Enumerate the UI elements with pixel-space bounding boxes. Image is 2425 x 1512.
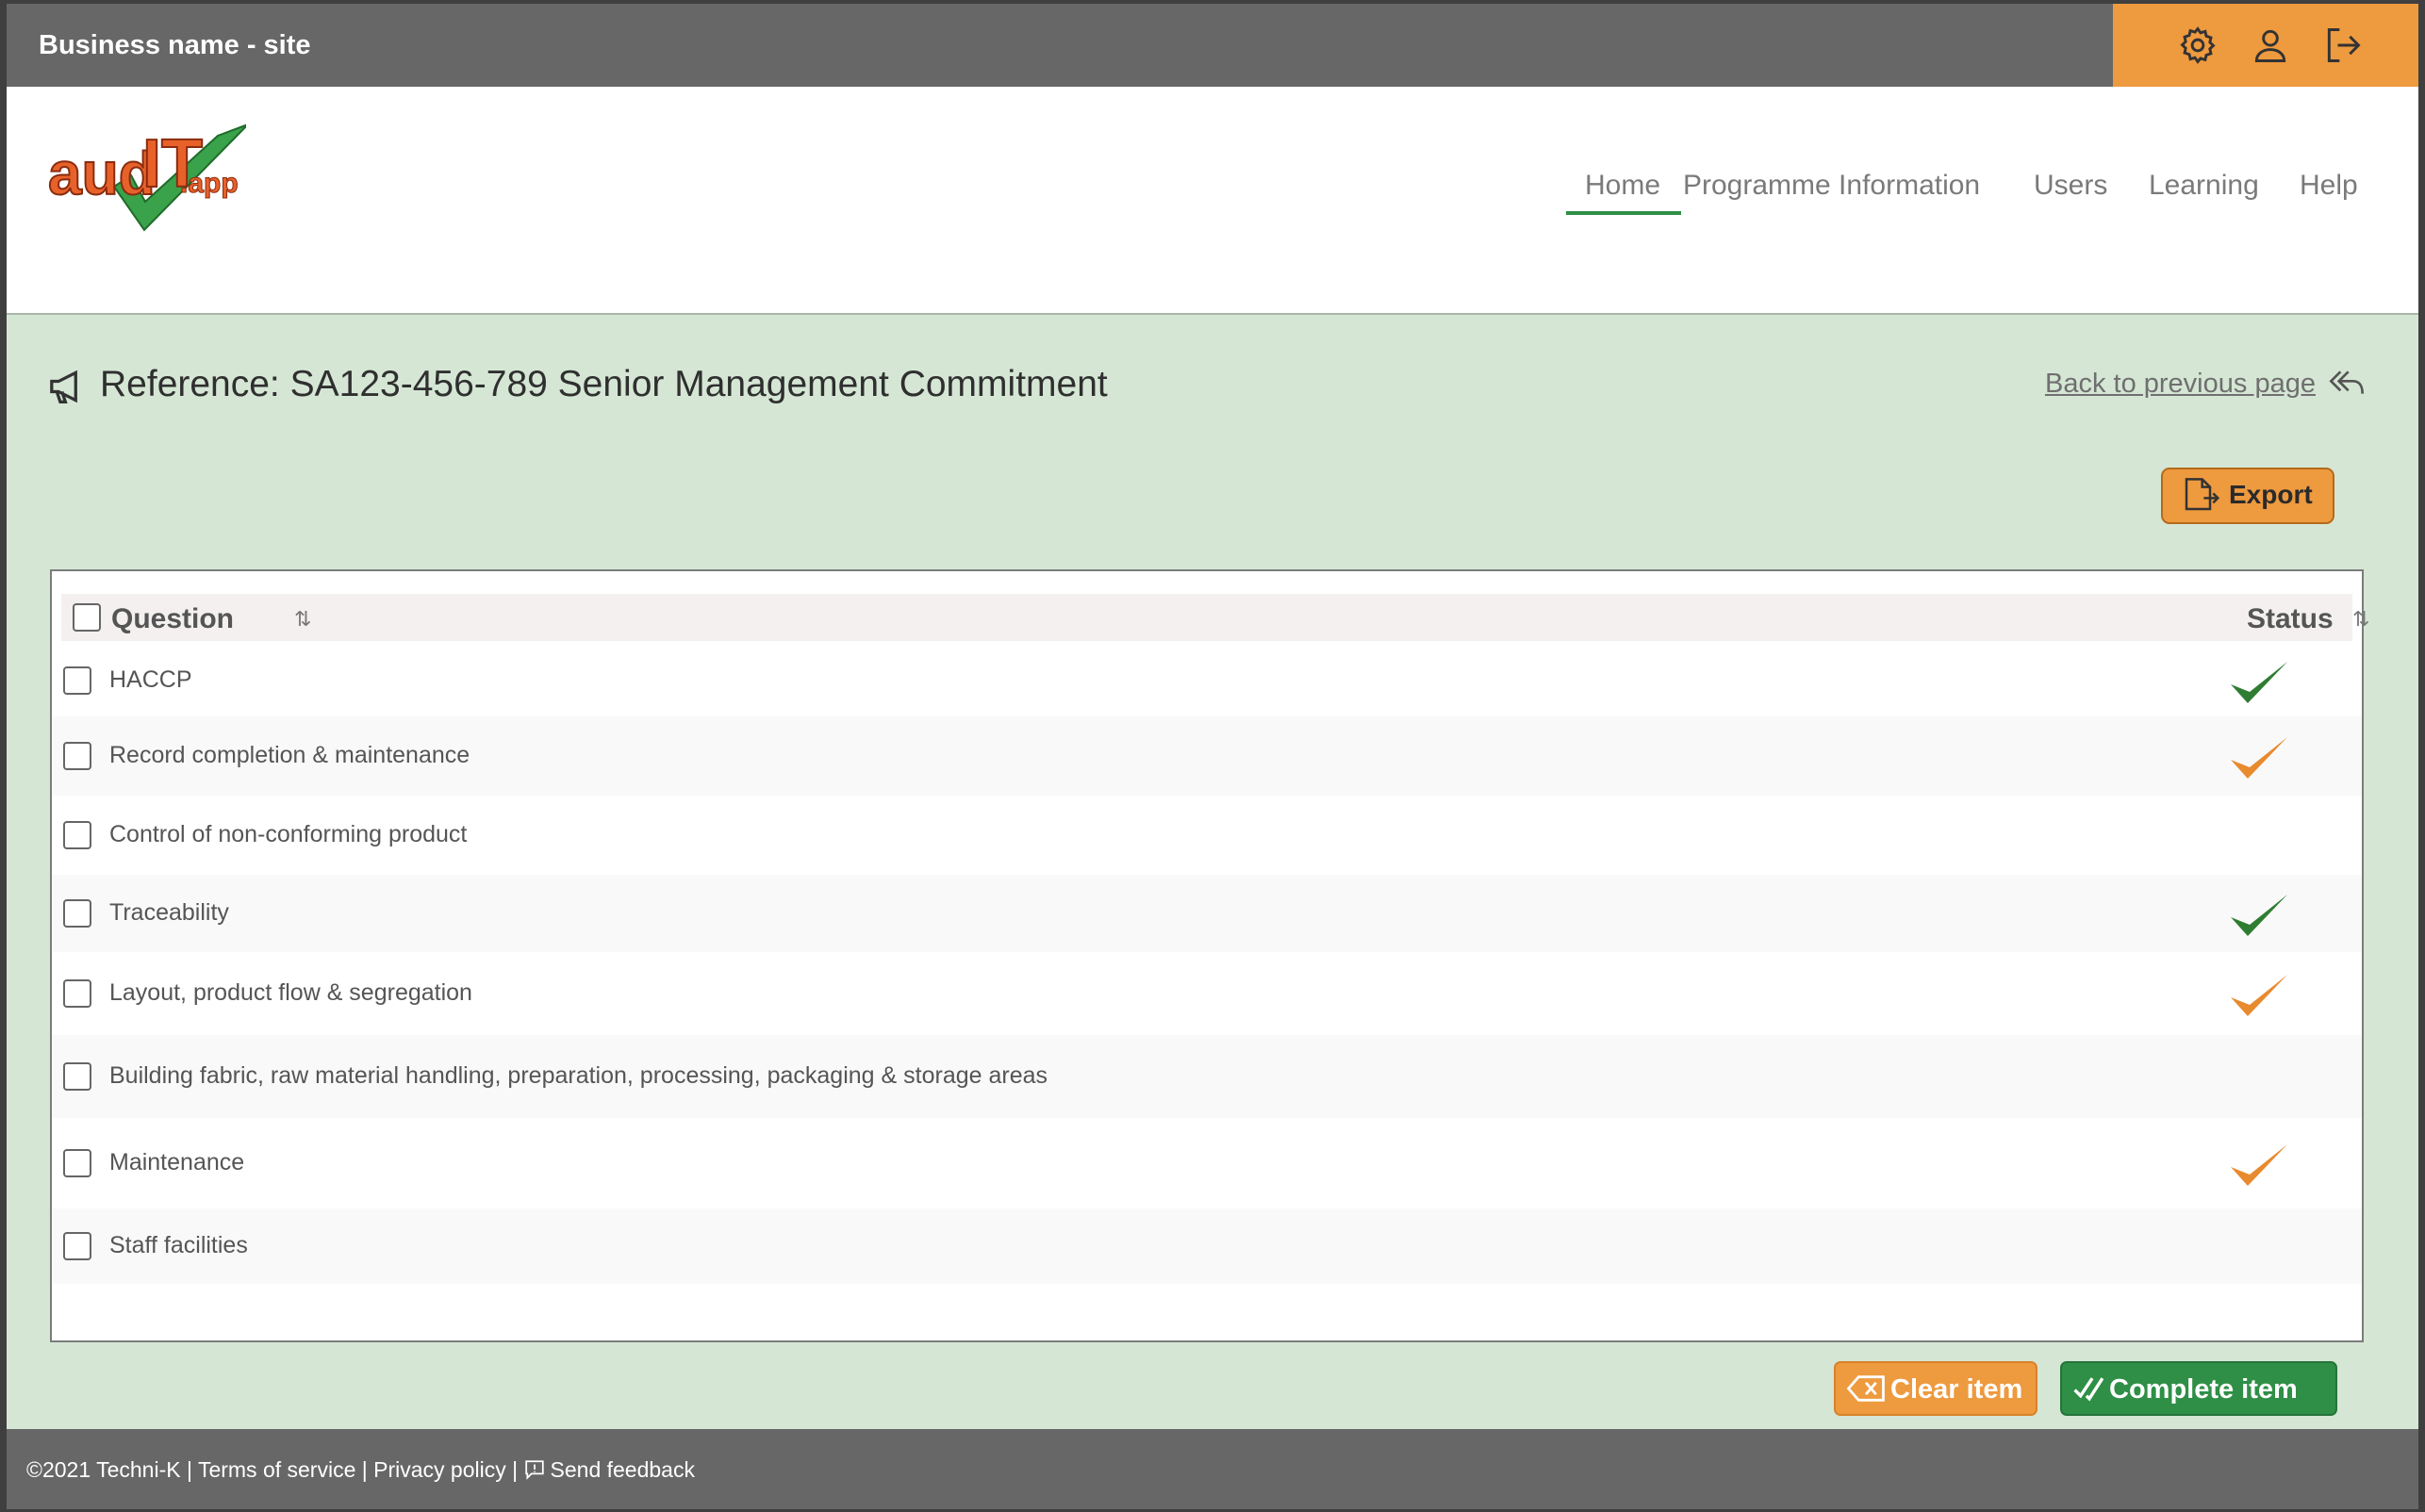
- row-checkbox[interactable]: [63, 1232, 91, 1260]
- table-row[interactable]: Staff facilities: [52, 1208, 2362, 1284]
- question-label: Control of non-conforming product: [109, 821, 468, 847]
- nav-active-indicator: [1566, 211, 1681, 215]
- page-title: Reference: SA123-456-789 Senior Manageme…: [100, 364, 1108, 404]
- gear-icon[interactable]: [2177, 25, 2219, 66]
- footer: ©2021 Techni-K | Terms of service | Priv…: [7, 1429, 2418, 1509]
- nav-help[interactable]: Help: [2300, 170, 2358, 202]
- privacy-link[interactable]: Privacy policy: [373, 1457, 506, 1482]
- footer-links: ©2021 Techni-K | Terms of service | Priv…: [26, 1457, 695, 1486]
- top-bar: Business name - site: [7, 4, 2418, 87]
- table-row[interactable]: Control of non-conforming product: [52, 796, 2362, 875]
- row-checkbox[interactable]: [63, 1062, 91, 1091]
- site-name: Business name - site: [39, 30, 311, 60]
- export-button[interactable]: Export: [2161, 468, 2334, 524]
- complete-item-button[interactable]: Complete item: [2060, 1361, 2337, 1416]
- question-label: HACCP: [109, 666, 192, 693]
- status-in-progress-check-icon: [2227, 731, 2293, 788]
- export-label: Export: [2229, 480, 2313, 509]
- topbar-actions: [2113, 4, 2418, 87]
- copyright: ©2021 Techni-K: [26, 1457, 181, 1482]
- separator: |: [186, 1457, 192, 1482]
- backspace-icon: [1846, 1374, 1885, 1410]
- table-row[interactable]: Record completion & maintenance: [52, 716, 2362, 796]
- user-icon[interactable]: [2250, 25, 2291, 66]
- sort-icon[interactable]: ⇅: [2352, 607, 2369, 632]
- status-complete-check-icon: [2227, 656, 2293, 713]
- nav-users[interactable]: Users: [2034, 170, 2107, 202]
- back-link[interactable]: Back to previous page: [2045, 369, 2316, 400]
- feedback-icon[interactable]: [524, 1459, 545, 1486]
- table-header: Question ⇅ Status ⇅: [61, 594, 2369, 641]
- table-row[interactable]: HACCP: [52, 645, 2362, 716]
- nav-home[interactable]: Home: [1585, 170, 1660, 202]
- question-table: Question ⇅ Status ⇅ HACCP Record completi…: [50, 569, 2369, 1342]
- nav-programme-information[interactable]: Programme Information: [1683, 170, 1980, 202]
- check-all-icon: [2073, 1374, 2105, 1410]
- audit-app-logo[interactable]: aud IT .app: [47, 121, 249, 243]
- select-all-checkbox[interactable]: [73, 603, 101, 632]
- app-window: Business name - site aud IT .app Home Pr…: [7, 4, 2418, 1509]
- svg-text:aud: aud: [48, 140, 156, 207]
- send-feedback-link[interactable]: Send feedback: [551, 1457, 695, 1482]
- terms-link[interactable]: Terms of service: [198, 1457, 355, 1482]
- clear-item-label: Clear item: [1890, 1374, 2023, 1405]
- question-label: Traceability: [109, 899, 229, 926]
- svg-text:.app: .app: [180, 168, 239, 199]
- row-checkbox[interactable]: [63, 821, 91, 849]
- table-row[interactable]: Layout, product flow & segregation: [52, 952, 2362, 1035]
- row-checkbox[interactable]: [63, 899, 91, 928]
- sort-icon[interactable]: ⇅: [294, 607, 311, 632]
- status-complete-check-icon: [2227, 889, 2293, 945]
- clear-item-button[interactable]: Clear item: [1834, 1361, 2037, 1416]
- column-header-question[interactable]: Question: [111, 603, 234, 635]
- column-header-status[interactable]: Status: [2247, 603, 2334, 635]
- file-export-icon: [2182, 477, 2220, 518]
- question-label: Record completion & maintenance: [109, 742, 470, 768]
- table-row[interactable]: Building fabric, raw material handling, …: [52, 1035, 2362, 1118]
- nav-learning[interactable]: Learning: [2149, 170, 2259, 202]
- status-in-progress-check-icon: [2227, 1139, 2293, 1195]
- question-label: Maintenance: [109, 1149, 245, 1175]
- logout-icon[interactable]: [2322, 25, 2364, 66]
- separator: |: [361, 1457, 368, 1482]
- row-checkbox[interactable]: [63, 742, 91, 770]
- row-checkbox[interactable]: [63, 666, 91, 695]
- megaphone-icon: [48, 368, 90, 410]
- row-checkbox[interactable]: [63, 979, 91, 1008]
- header: aud IT .app Home Programme Information U…: [7, 87, 2418, 315]
- separator: |: [512, 1457, 519, 1482]
- table-row[interactable]: Maintenance: [52, 1118, 2362, 1208]
- table-row[interactable]: Traceability: [52, 875, 2362, 952]
- question-label: Staff facilities: [109, 1232, 248, 1258]
- complete-item-label: Complete item: [2109, 1374, 2298, 1405]
- question-label: Building fabric, raw material handling, …: [109, 1062, 1048, 1089]
- question-label: Layout, product flow & segregation: [109, 979, 472, 1006]
- status-in-progress-check-icon: [2227, 969, 2293, 1026]
- row-checkbox[interactable]: [63, 1149, 91, 1177]
- reply-all-icon[interactable]: [2328, 367, 2366, 403]
